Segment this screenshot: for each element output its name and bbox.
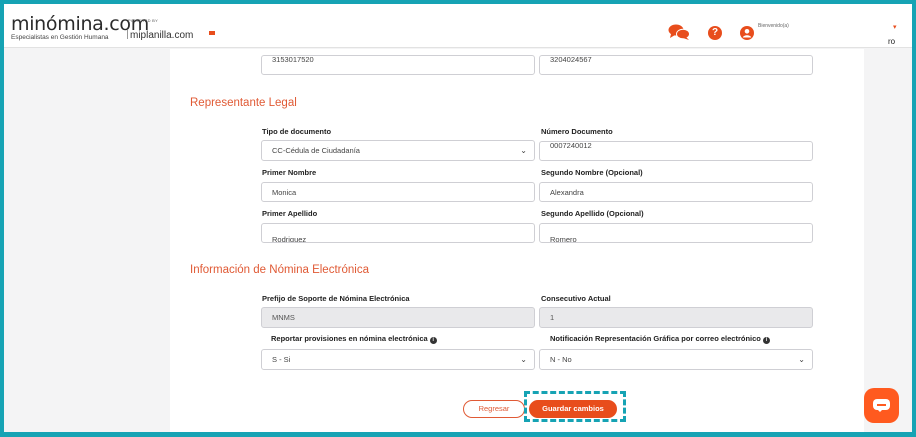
flag-icon[interactable] [209, 31, 215, 35]
notification-label: Notificación Representación Gráfica por … [550, 334, 770, 344]
first-last-name-field[interactable]: Rodriguez [261, 223, 535, 243]
first-name-label: Primer Nombre [262, 168, 317, 177]
phone-value: 3153017520 [272, 55, 314, 64]
legal-rep-title: Representante Legal [190, 97, 297, 109]
chevron-down-icon[interactable]: ▾ [893, 23, 897, 31]
second-name-value: Alexandra [550, 188, 584, 197]
prefix-value: MNMS [272, 313, 295, 322]
second-last-name-field[interactable]: Romero [539, 223, 813, 243]
save-highlight [524, 391, 626, 422]
chat-bubbles-icon[interactable] [668, 24, 690, 40]
chat-fab[interactable] [864, 388, 899, 423]
doc-number-value: 0007240012 [550, 141, 592, 150]
prefix-label: Prefijo de Soporte de Nómina Electrónica [262, 294, 410, 303]
info-icon[interactable]: i [762, 337, 770, 344]
doc-type-label: Tipo de documento [262, 127, 332, 136]
partner-logo: miplanilla.com [127, 30, 193, 41]
second-name-field[interactable]: Alexandra [539, 182, 813, 202]
provisions-value: S - Si [272, 355, 291, 364]
sidebar [4, 49, 170, 432]
second-last-name-label: Segundo Apellido (Opcional) [541, 209, 644, 218]
top-header: minómina.com Especialistas en Gestión Hu… [4, 4, 912, 48]
chevron-down-icon: ⌄ [798, 355, 805, 364]
doc-type-value: CC-Cédula de Ciudadanía [272, 146, 360, 155]
prefix-field: MNMS [261, 307, 535, 328]
chevron-down-icon: ⌄ [520, 355, 527, 364]
doc-type-select[interactable]: CC-Cédula de Ciudadanía ⌄ [261, 140, 535, 161]
company-form: 3153017520 3204024567 Representante Lega… [170, 49, 864, 432]
provisions-select[interactable]: S - Si ⌄ [261, 349, 535, 370]
mobile-value: 3204024567 [550, 55, 592, 64]
provisions-label-text: Reportar provisiones en nómina electróni… [271, 334, 428, 343]
second-name-label: Segundo Nombre (Opcional) [541, 168, 643, 177]
consecutive-label: Consecutivo Actual [541, 294, 611, 303]
app-frame: minómina.com Especialistas en Gestión Hu… [4, 4, 912, 432]
user-role: ro [888, 37, 896, 46]
partner-name: miplanilla.com [130, 30, 194, 41]
provisions-label: Reportar provisiones en nómina electróni… [271, 334, 437, 344]
doc-number-field[interactable]: 0007240012 [539, 141, 813, 161]
consecutive-field: 1 [539, 307, 813, 328]
first-name-value: Monica [272, 188, 297, 197]
notification-select[interactable]: N - No ⌄ [539, 349, 813, 370]
mobile-field[interactable]: 3204024567 [539, 55, 813, 75]
doc-number-label: Número Documento [541, 127, 613, 136]
user-greeting: Bienvenido(a) [758, 23, 789, 29]
second-last-name-value: Romero [550, 235, 577, 243]
consecutive-value: 1 [550, 313, 555, 322]
first-last-name-value: Rodriguez [272, 235, 307, 243]
notification-label-text: Notificación Representación Gráfica por … [550, 334, 761, 343]
payroll-title: Información de Nómina Electrónica [190, 264, 369, 276]
powered-by-label: POWERED BY [128, 18, 159, 23]
phone-field[interactable]: 3153017520 [261, 55, 535, 75]
chevron-down-icon: ⌄ [520, 146, 527, 155]
user-icon[interactable] [740, 26, 754, 40]
info-icon[interactable]: i [429, 337, 437, 344]
back-button[interactable]: Regresar [463, 400, 525, 418]
first-name-field[interactable]: Monica [261, 182, 535, 202]
first-last-name-label: Primer Apellido [262, 209, 318, 218]
notification-value: N - No [550, 355, 572, 364]
help-icon[interactable]: ? [708, 26, 722, 40]
